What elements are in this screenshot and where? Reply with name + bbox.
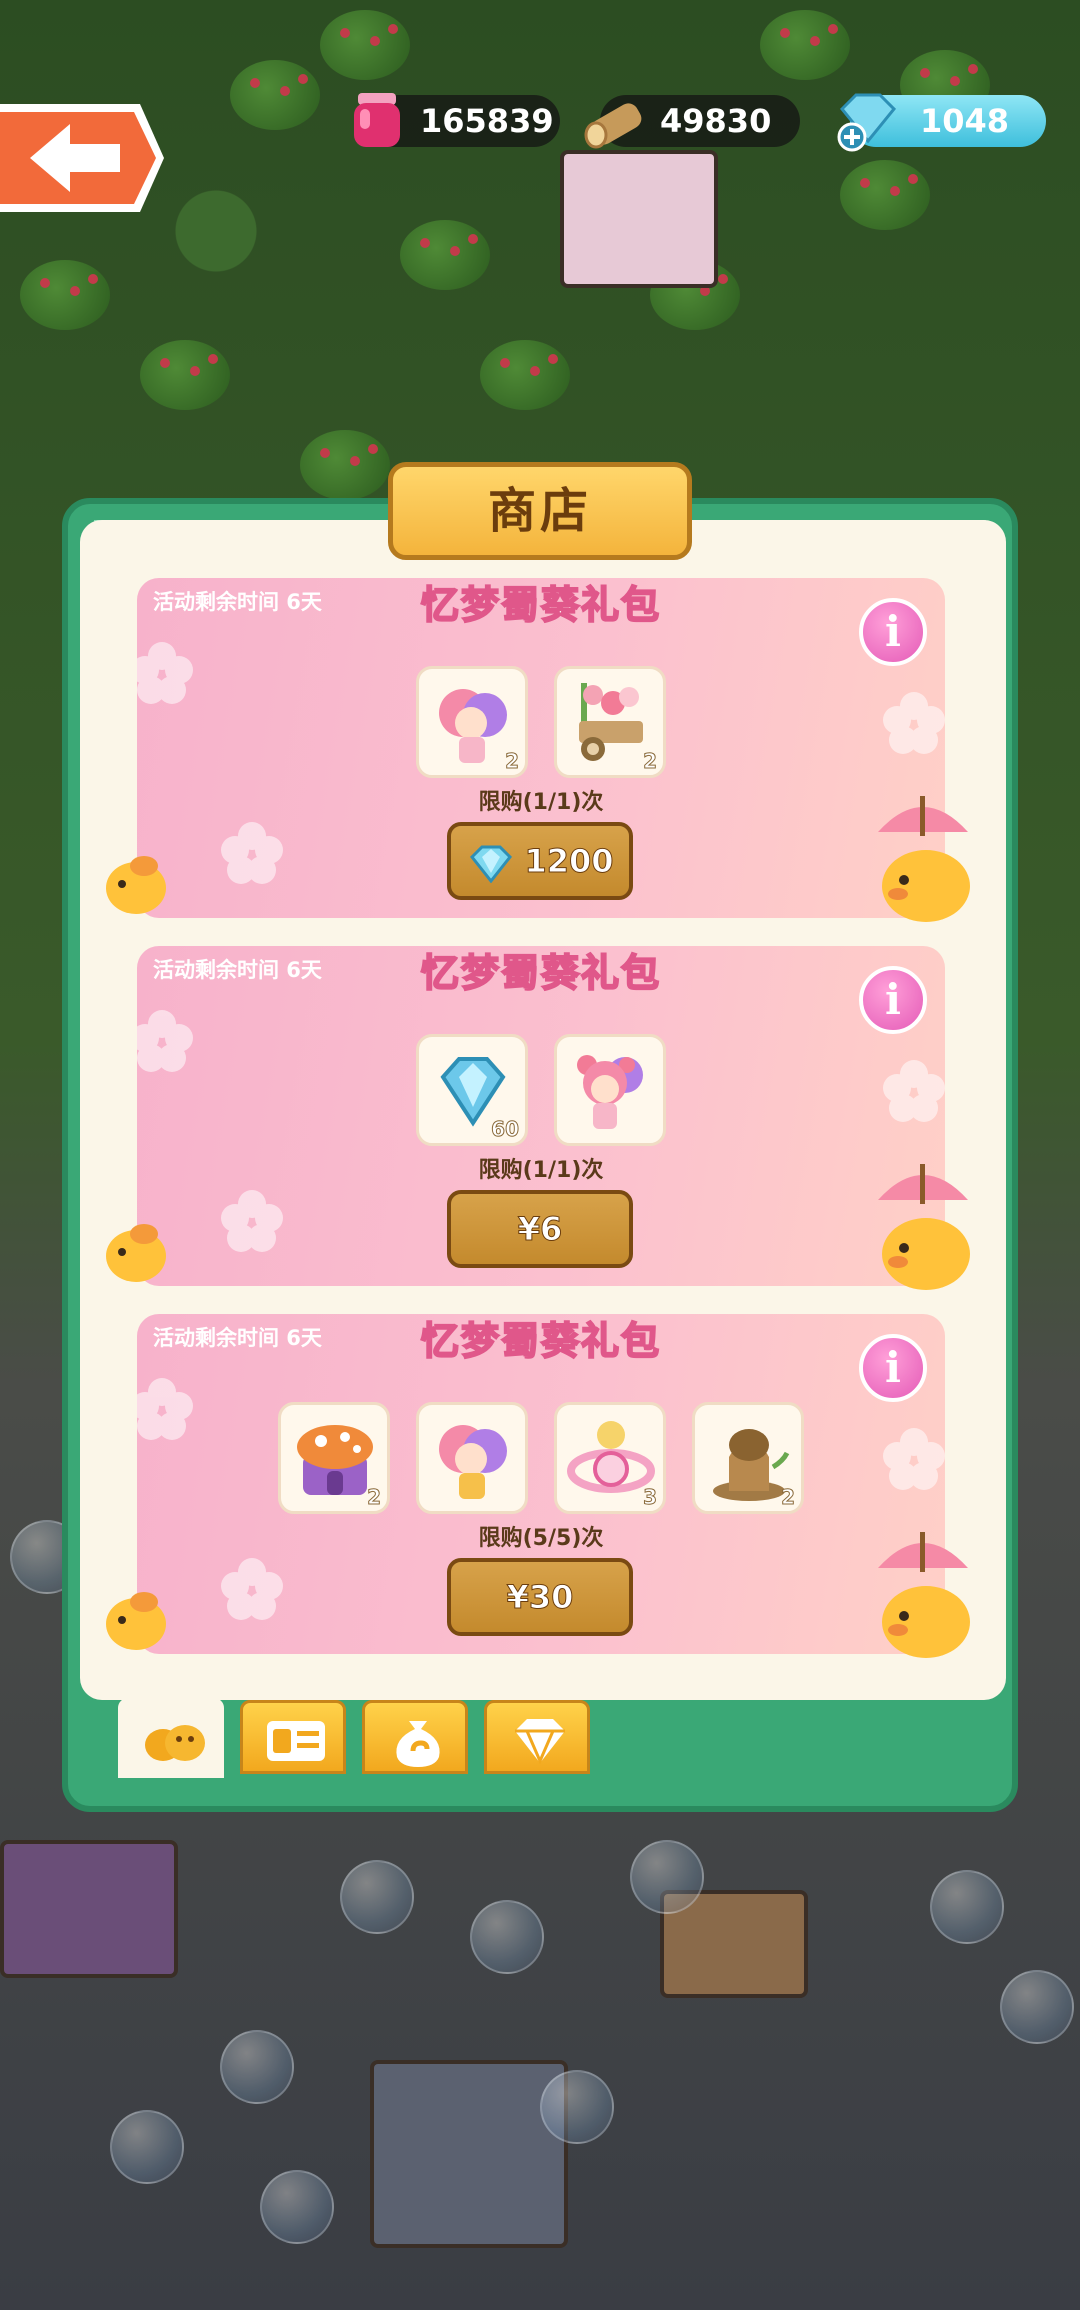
wood-value: 49830	[660, 102, 772, 140]
chick-umbrella-mascot-icon	[878, 796, 970, 922]
purchase-limit: 限购(1/1)次	[478, 1158, 604, 1183]
pack-item[interactable]: 60	[416, 1034, 528, 1146]
chick-mascot-icon	[106, 1592, 166, 1650]
pack-items: 60	[137, 1034, 945, 1146]
item-quantity: 3	[643, 1485, 658, 1510]
info-icon: i	[885, 607, 901, 656]
back-arrow-icon	[0, 104, 164, 212]
money-bag-tab-icon	[396, 1721, 440, 1767]
pack-item[interactable]: 3	[554, 1402, 666, 1514]
flower-decoration-icon	[221, 1558, 283, 1620]
item-quantity: 2	[781, 1485, 796, 1510]
pink-girl-character-icon	[577, 1055, 643, 1129]
gift-pack-card-1: 活动剩余时间 6天 忆梦蜀葵礼包 i 2 2 限购(1/1)次 1200	[137, 578, 945, 918]
pack-item[interactable]: 2	[416, 666, 528, 778]
chick-mascot-icon	[106, 856, 166, 914]
gem-value: 1048	[920, 102, 1010, 140]
chick-umbrella-mascot-icon	[878, 1164, 970, 1290]
buy-button[interactable]: 1200	[447, 822, 633, 900]
pack-item[interactable]	[554, 1034, 666, 1146]
berry-bush	[840, 160, 930, 230]
shop-title: 商店	[388, 462, 692, 560]
buy-button[interactable]: ¥30	[447, 1558, 633, 1636]
potion-counter: 165839	[354, 93, 560, 147]
chick-mascot-icon	[106, 1224, 166, 1282]
price-label: ¥30	[506, 1578, 574, 1617]
info-button[interactable]: i	[859, 966, 927, 1034]
item-quantity: 2	[367, 1485, 382, 1510]
berry-bush	[480, 340, 570, 410]
berry-bush	[20, 260, 110, 330]
info-icon: i	[885, 1343, 901, 1392]
pack-item[interactable]	[416, 1402, 528, 1514]
floating-bubble	[540, 2070, 614, 2144]
floating-bubble	[1000, 1970, 1074, 2044]
purchase-limit: 限购(5/5)次	[478, 1526, 604, 1551]
item-quantity: 2	[643, 749, 658, 774]
price-label: ¥6	[517, 1210, 563, 1249]
wood-counter: 49830	[584, 95, 800, 149]
pink-purple-hair-character-icon	[439, 1425, 507, 1499]
buy-button[interactable]: ¥6	[447, 1190, 633, 1268]
purchase-limit: 限购(1/1)次	[478, 790, 604, 815]
pack-item[interactable]: 2	[554, 666, 666, 778]
berry-bush	[760, 10, 850, 80]
berry-bush	[300, 430, 390, 500]
card-tab-icon	[267, 1721, 325, 1761]
floating-bubble	[110, 2110, 184, 2184]
info-button[interactable]: i	[859, 1334, 927, 1402]
tab-chick-packs[interactable]	[118, 1698, 224, 1778]
pack-items: 2 3 2	[137, 1402, 945, 1514]
gift-pack-card-2: 活动剩余时间 6天 忆梦蜀葵礼包 i 60 限购(1/1)次 ¥6	[137, 946, 945, 1286]
gumball-machine-building	[560, 150, 718, 288]
gem-counter[interactable]: 1048	[837, 93, 1046, 152]
floating-bubble	[260, 2170, 334, 2244]
info-icon: i	[885, 975, 901, 1024]
blue-gem-add-icon	[837, 93, 897, 152]
pack-title: 忆梦蜀葵礼包	[420, 1318, 661, 1364]
pack-item[interactable]: 2	[278, 1402, 390, 1514]
stone-shrine-building	[370, 2060, 568, 2248]
item-quantity: 60	[491, 1117, 520, 1142]
pack-title: 忆梦蜀葵礼包	[420, 582, 661, 628]
price-label: 1200	[524, 842, 614, 881]
pack-item[interactable]: 2	[692, 1402, 804, 1514]
floating-bubble	[930, 1870, 1004, 1944]
floating-bubble	[220, 2030, 294, 2104]
tab-cards[interactable]	[240, 1700, 346, 1774]
pack-items: 2 2	[137, 666, 945, 778]
gift-pack-card-3: 活动剩余时间 6天 忆梦蜀葵礼包 i 2 3 2 限购(5/5)次 ¥30	[137, 1314, 945, 1654]
flower-decoration-icon	[221, 822, 283, 884]
pack-title: 忆梦蜀葵礼包	[420, 950, 661, 996]
berry-bush	[320, 10, 410, 80]
potion-value: 165839	[420, 102, 554, 140]
tab-money-bag[interactable]	[362, 1700, 468, 1774]
berry-bush	[140, 340, 230, 410]
tab-diamond[interactable]	[484, 1700, 590, 1774]
floating-bubble	[340, 1860, 414, 1934]
chick-umbrella-mascot-icon	[878, 1532, 970, 1658]
back-button[interactable]	[0, 100, 166, 216]
chick-group-tab-icon	[145, 1725, 205, 1761]
berry-bush	[230, 60, 320, 130]
info-button[interactable]: i	[859, 598, 927, 666]
diamond-tab-icon	[515, 1719, 565, 1765]
flower-decoration-icon	[221, 1190, 283, 1252]
pink-potion-jar-icon	[354, 93, 400, 147]
purple-shop-building	[0, 1840, 178, 1978]
item-quantity: 2	[505, 749, 520, 774]
berry-bush	[400, 220, 490, 290]
floating-bubble	[470, 1900, 544, 1974]
floating-bubble	[630, 1840, 704, 1914]
wood-log-icon	[584, 103, 642, 149]
gem-icon	[470, 845, 513, 883]
